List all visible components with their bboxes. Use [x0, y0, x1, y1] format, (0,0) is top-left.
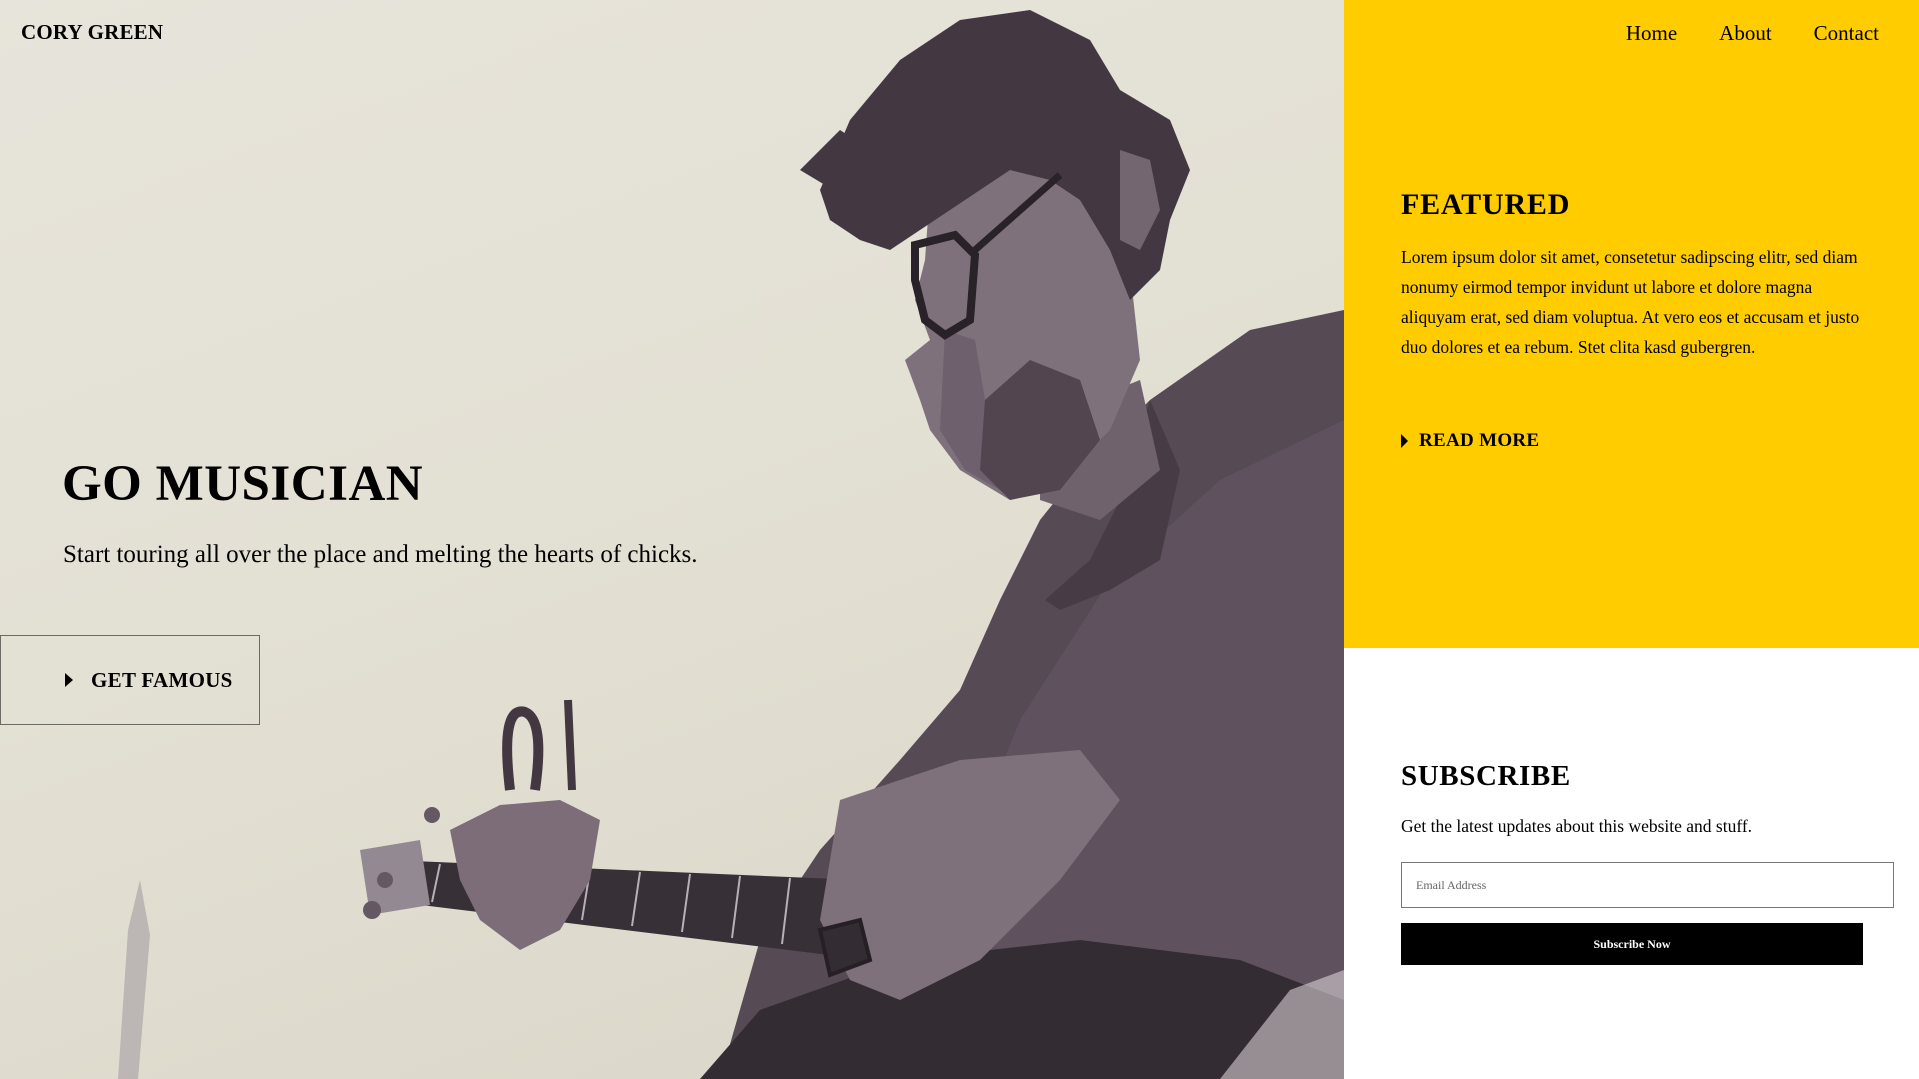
read-more-link[interactable]: READ MORE: [1401, 430, 1539, 452]
nav-contact-link[interactable]: Contact: [1814, 21, 1879, 46]
email-input[interactable]: [1401, 862, 1894, 908]
hero-title: GO MUSICIAN: [62, 456, 424, 512]
subscribe-description: Get the latest updates about this websit…: [1401, 816, 1753, 836]
subscribe-now-button[interactable]: Subscribe Now: [1401, 923, 1863, 965]
landing-page: CORY GREEN GO MUSICIAN Start touring all…: [0, 0, 1919, 1079]
featured-heading: FEATURED: [1401, 188, 1571, 221]
featured-body: Lorem ipsum dolor sit amet, consetetur s…: [1401, 247, 1860, 357]
subscribe-panel: SUBSCRIBE Get the latest updates about t…: [1344, 648, 1919, 1079]
main-nav: Home About Contact: [1626, 21, 1879, 46]
subscribe-heading: SUBSCRIBE: [1401, 760, 1571, 792]
hero-section: CORY GREEN GO MUSICIAN Start touring all…: [0, 0, 1344, 1079]
hero-subtitle: Start touring all over the place and mel…: [63, 541, 698, 568]
nav-home-link[interactable]: Home: [1626, 21, 1677, 46]
get-famous-button[interactable]: GET FAMOUS: [0, 635, 260, 725]
read-more-label: READ MORE: [1419, 430, 1540, 451]
brand-logo[interactable]: CORY GREEN: [21, 20, 163, 45]
featured-panel: Home About Contact FEATURED Lorem ipsum …: [1344, 0, 1919, 648]
nav-about-link[interactable]: About: [1719, 21, 1772, 46]
get-famous-label: GET FAMOUS: [91, 667, 233, 692]
triangle-right-icon: [1401, 434, 1408, 448]
musician-photo: [0, 0, 1344, 1079]
triangle-right-icon: [65, 673, 73, 687]
